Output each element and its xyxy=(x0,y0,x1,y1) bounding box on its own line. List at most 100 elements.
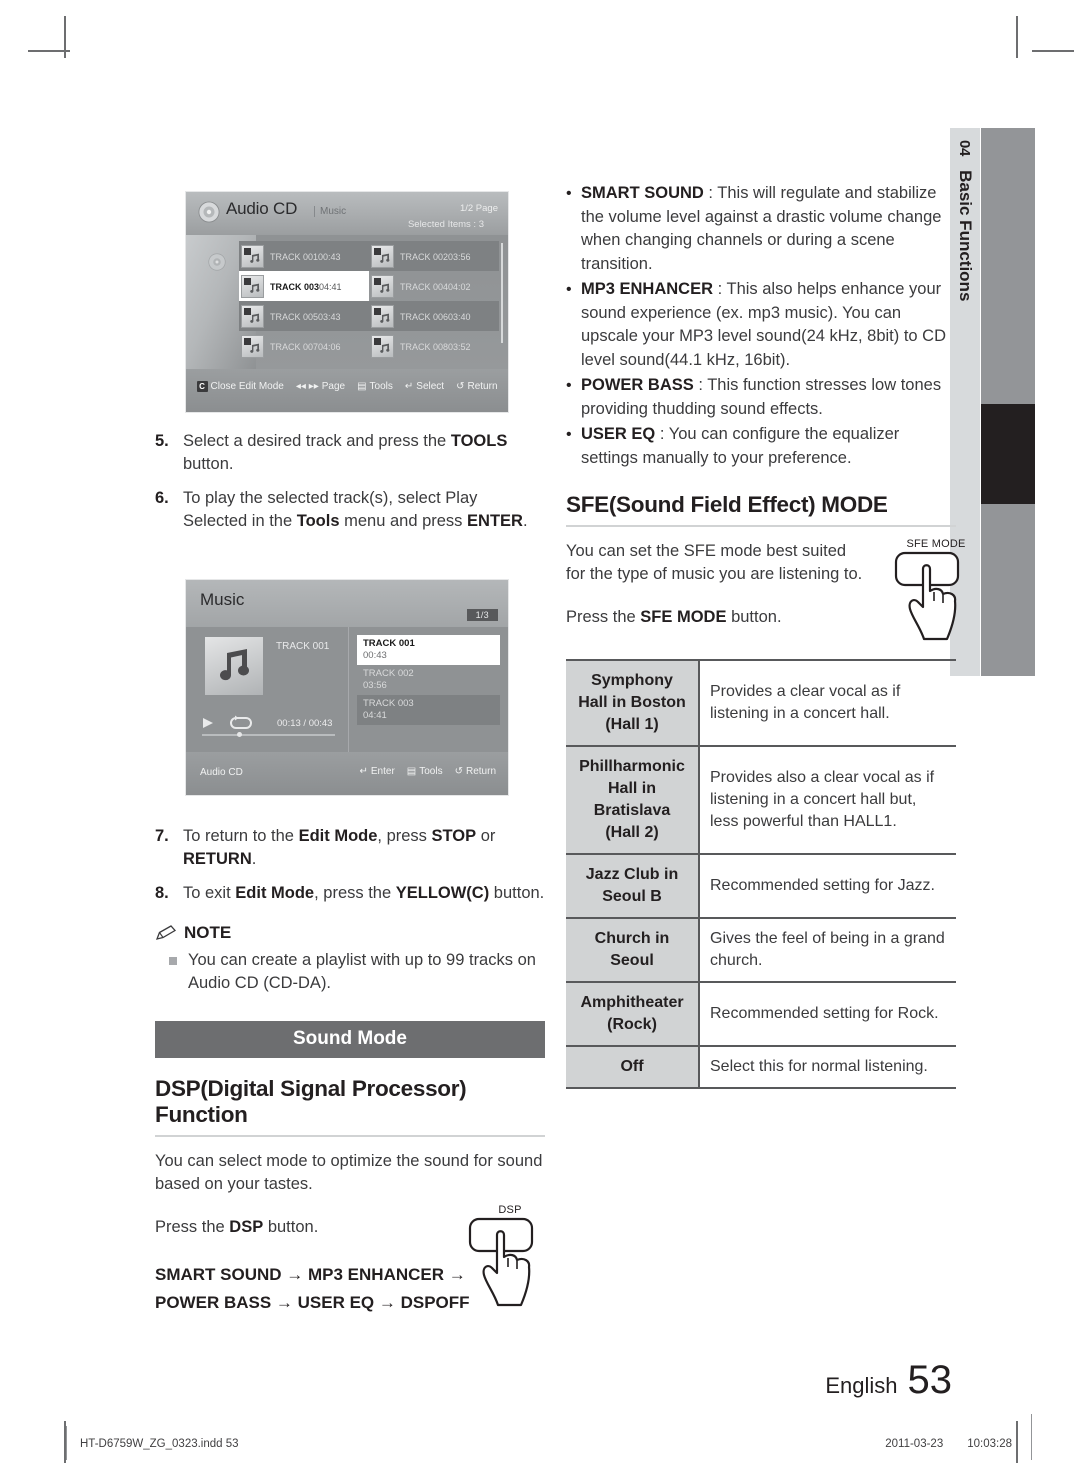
music-source-label: Audio CD xyxy=(200,767,243,778)
track-item[interactable]: TRACK 00704:06 xyxy=(239,331,369,361)
screenshot-music-player: Music 1/3 TRACK 001 00:13 / 00:43 TRACK … xyxy=(186,580,508,795)
music-note-icon xyxy=(380,313,390,323)
track-item[interactable]: TRACK 00304:41 xyxy=(239,271,369,301)
track-name: TRACK 002 xyxy=(400,252,449,262)
scrollbar[interactable] xyxy=(501,243,503,343)
bullet-text: USER EQ : You can configure the equalize… xyxy=(581,425,900,467)
screenshot-audio-cd: Audio CD Music 1/2 Page Selected Items :… xyxy=(186,192,508,412)
track-meta: TRACK 00503:43 xyxy=(270,307,367,325)
audio-cd-title: Audio CD xyxy=(226,199,298,218)
track-name: TRACK 004 xyxy=(400,282,449,292)
chapter-title: Basic Functions xyxy=(956,170,975,302)
crop-mark-bottom-left xyxy=(64,1421,66,1463)
playlist-track-name: TRACK 001 xyxy=(363,638,415,649)
playlist-item[interactable]: TRACK 002 03:56 xyxy=(357,665,500,695)
prev-next-icon: ◂◂ ▸▸ xyxy=(295,381,319,392)
track-grid[interactable]: TRACK 00100:43 TRACK 00203:56 TRACK 00304:… xyxy=(239,241,499,363)
right-column: • SMART SOUND : This will regulate and st… xyxy=(566,182,956,472)
audio-cd-page-indicator: 1/2 Page xyxy=(459,203,498,214)
sfe-mode-description: Select this for normal listening. xyxy=(699,1045,956,1089)
sfe-mode-name: Amphitheater (Rock) xyxy=(566,981,700,1046)
step-item: 8. To exit Edit Mode, press the YELLOW(C)… xyxy=(155,882,545,905)
playlist-track-duration: 04:41 xyxy=(363,710,387,721)
page-footer-language: English 53 xyxy=(825,1358,952,1403)
track-name: TRACK 008 xyxy=(400,342,449,352)
music-enter-label: Enter xyxy=(370,766,395,777)
track-item[interactable]: TRACK 00503:43 xyxy=(239,301,369,331)
play-icon[interactable] xyxy=(202,717,215,729)
music-page-indicator: 1/3 xyxy=(466,609,498,621)
step-number: 7. xyxy=(155,827,169,845)
track-meta: TRACK 00100:43 xyxy=(270,247,367,265)
chapter-number: 04 xyxy=(956,140,974,157)
music-enter-button[interactable]: ↵ Enter xyxy=(359,766,394,777)
audio-cd-body: TRACK 00100:43 TRACK 00203:56 TRACK 00304:… xyxy=(186,235,508,369)
bullet-text: MP3 ENHANCER : This also helps enhance y… xyxy=(581,280,946,369)
playlist-item[interactable]: TRACK 003 04:41 xyxy=(357,695,500,725)
progress-bar[interactable] xyxy=(202,732,335,737)
note-label: NOTE xyxy=(184,923,232,942)
track-name: TRACK 005 xyxy=(270,312,319,322)
music-title: Music xyxy=(200,590,245,609)
music-tools-button[interactable]: ▤ Tools xyxy=(407,766,443,777)
crop-mark-top-right xyxy=(1016,16,1018,58)
track-thumbnail-icon xyxy=(371,304,394,328)
dsp-heading: DSP(Digital Signal Processor) Function xyxy=(155,1076,545,1137)
playlist-item[interactable]: TRACK 001 00:43 xyxy=(357,635,500,665)
hand-pressing-button-icon xyxy=(894,551,960,641)
music-body: TRACK 001 00:13 / 00:43 TRACK 001 00:43 … xyxy=(186,627,508,752)
sfe-table-row: Amphitheater (Rock) Recommended setting fo… xyxy=(566,981,956,1046)
tools-icon: ▤ xyxy=(406,766,417,777)
track-duration: 03:52 xyxy=(448,342,471,352)
step-item: 6. To play the selected track(s), select … xyxy=(155,487,545,533)
playlist-track-duration: 03:56 xyxy=(363,680,387,691)
playlist-track-name: TRACK 003 xyxy=(363,698,414,709)
footer-date: 2011-03-23 xyxy=(885,1438,944,1450)
sfe-mode-description: Provides a clear vocal as if listening i… xyxy=(699,659,956,746)
track-duration: 04:06 xyxy=(318,342,341,352)
section-banner: Sound Mode xyxy=(155,1021,545,1058)
page-button[interactable]: ◂◂ ▸▸ Page xyxy=(296,381,345,392)
track-duration: 04:02 xyxy=(448,282,471,292)
audio-cd-footer: C Close Edit Mode ◂◂ ▸▸ Page ▤ Tools ↵ S… xyxy=(186,369,508,412)
audio-cd-selected-items: Selected Items : 3 xyxy=(407,219,484,230)
hand-pressing-button-icon xyxy=(468,1217,534,1307)
close-edit-mode-button[interactable]: C Close Edit Mode xyxy=(196,381,284,392)
track-item[interactable]: TRACK 00404:02 xyxy=(369,271,499,301)
music-note-icon xyxy=(220,649,249,681)
close-edit-mode-label: Close Edit Mode xyxy=(210,381,284,392)
crop-mark-top-right-h xyxy=(1032,50,1074,52)
chapter-bar xyxy=(981,128,1035,676)
progress-knob[interactable] xyxy=(237,732,242,737)
bullet-item: • SMART SOUND : This will regulate and st… xyxy=(566,182,956,276)
bullet-text: POWER BASS : This function stresses low … xyxy=(581,376,942,418)
tools-button[interactable]: ▤ Tools xyxy=(357,381,393,392)
steps-list-lower: 7. To return to the Edit Mode, press STOP… xyxy=(155,825,545,905)
track-name: TRACK 007 xyxy=(270,342,319,352)
step-text: Select a desired track and press the TOO… xyxy=(183,432,508,473)
left-column: 5. Select a desired track and press the T… xyxy=(155,430,545,544)
playback-time: 00:13 / 00:43 xyxy=(277,717,333,729)
track-meta: TRACK 00203:56 xyxy=(400,247,497,265)
select-label: Select xyxy=(416,381,445,392)
sfe-table-row: Symphony Hall in Boston (Hall 1) Provides a… xyxy=(566,659,956,746)
music-playlist[interactable]: TRACK 001 00:43 TRACK 002 03:56 TRACK 003 04:… xyxy=(349,627,508,752)
track-item[interactable]: TRACK 00603:40 xyxy=(369,301,499,331)
step-text: To play the selected track(s), select Pl… xyxy=(183,489,528,530)
music-note-icon xyxy=(250,343,260,353)
repeat-icon[interactable] xyxy=(229,715,253,731)
track-meta: TRACK 00304:41 xyxy=(270,277,367,295)
music-note-icon xyxy=(380,343,390,353)
return-button[interactable]: ↺ Return xyxy=(456,381,497,392)
track-item[interactable]: TRACK 00803:52 xyxy=(369,331,499,361)
track-item[interactable]: TRACK 00100:43 xyxy=(239,241,369,271)
note-item: You can create a playlist with up to 99 … xyxy=(155,949,545,995)
music-return-button[interactable]: ↺ Return xyxy=(455,766,496,777)
transport-controls[interactable]: 00:13 / 00:43 xyxy=(202,715,338,731)
music-tools-label: Tools xyxy=(419,766,443,777)
tools-icon: ▤ xyxy=(357,381,367,392)
tools-label: Tools xyxy=(369,381,393,392)
track-item[interactable]: TRACK 00203:56 xyxy=(369,241,499,271)
sfe-button-illustration: SFE MODE xyxy=(888,538,984,648)
select-button[interactable]: ↵ Select xyxy=(405,381,444,392)
